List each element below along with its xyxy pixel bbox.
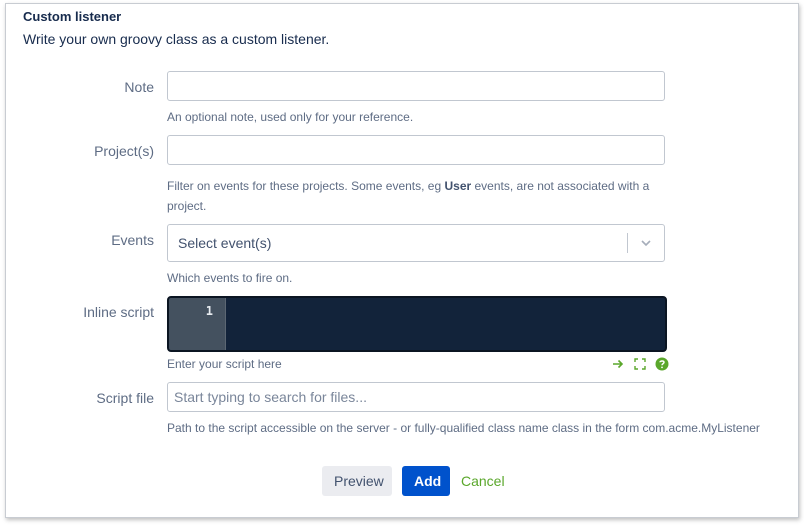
script-editor[interactable]: 1 [167,296,667,352]
arrow-right-icon[interactable] [611,357,625,371]
editor-gutter: 1 [169,298,226,350]
projects-help-prefix: Filter on events for these projects. Som… [167,179,445,193]
note-label: Note [124,79,154,95]
preview-button[interactable]: Preview [322,466,392,496]
events-help: Which events to fire on. [167,271,293,285]
add-button[interactable]: Add [402,466,450,496]
cancel-link[interactable]: Cancel [461,473,505,489]
form-subtitle: Write your own groovy class as a custom … [23,31,330,47]
custom-listener-form: Custom listener Write your own groovy cl… [5,3,799,518]
projects-help-bold: User [444,179,472,193]
line-number: 1 [205,304,213,318]
inline-script-help: Enter your script here [167,357,282,371]
chevron-down-icon[interactable] [628,225,664,261]
fullscreen-icon[interactable] [633,357,647,371]
script-file-help: Path to the script accessible on the ser… [167,421,760,435]
inline-script-label: Inline script [83,304,154,320]
projects-label: Project(s) [94,143,154,159]
editor-toolbar [611,357,669,371]
events-placeholder: Select event(s) [178,235,272,251]
help-circle-icon[interactable] [655,357,669,371]
script-file-label: Script file [96,390,154,406]
script-file-input[interactable] [167,382,665,412]
projects-help: Filter on events for these projects. Som… [167,176,657,216]
events-select[interactable]: Select event(s) [167,224,665,262]
events-label: Events [111,232,154,248]
projects-input[interactable] [167,135,665,165]
form-title: Custom listener [23,9,122,24]
note-help: An optional note, used only for your ref… [167,110,414,124]
note-input[interactable] [167,71,665,101]
